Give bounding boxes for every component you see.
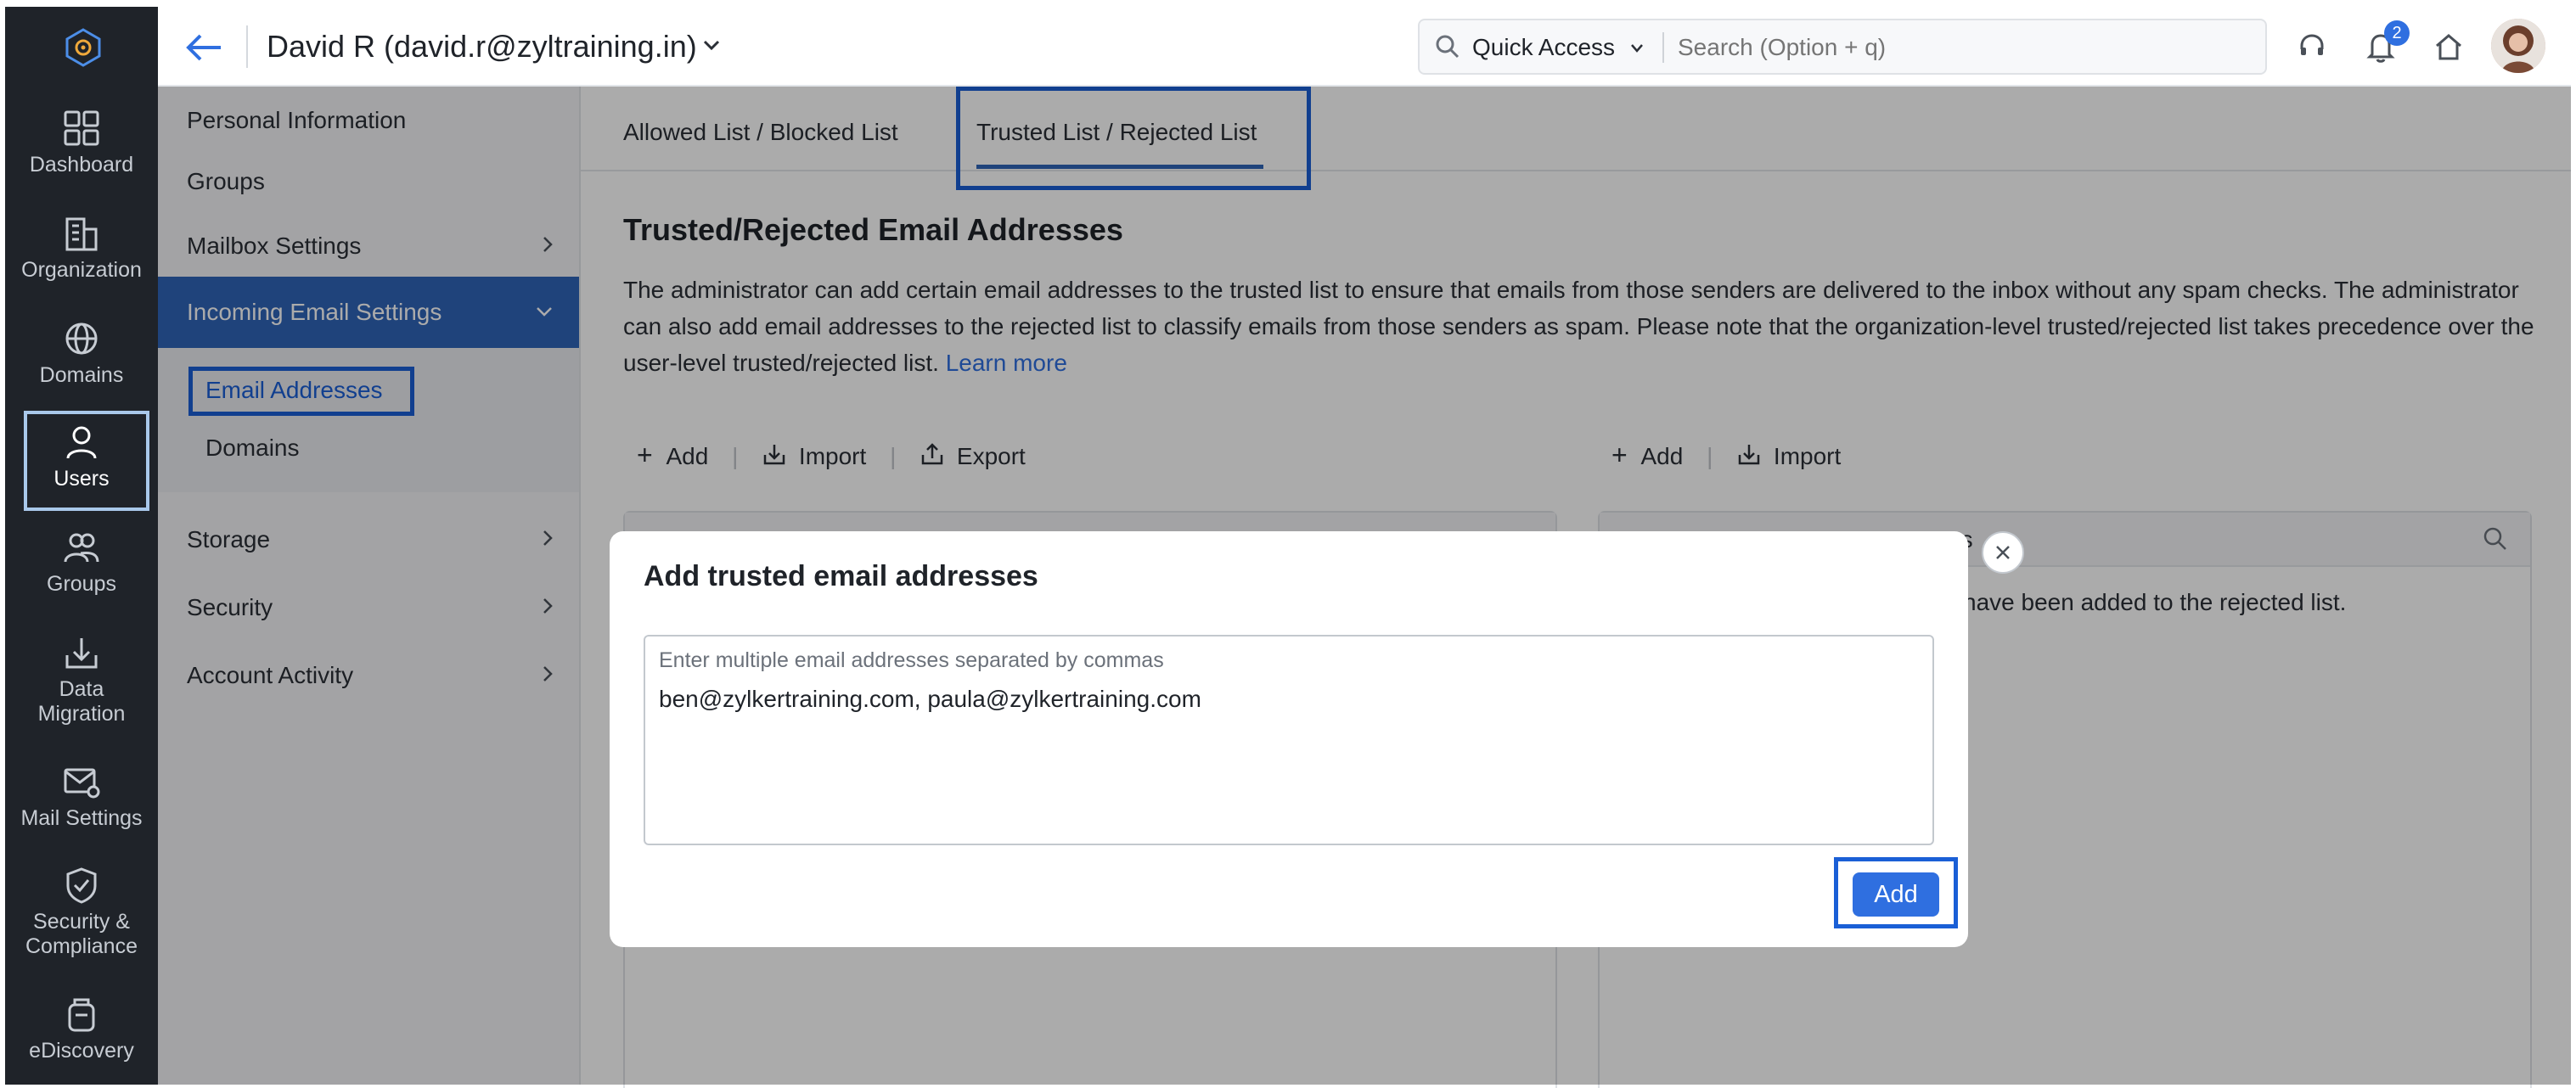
app-window: Dashboard Organization Domains Users Gro… [0, 0, 2576, 1088]
groups-icon [64, 533, 99, 563]
chevron-down-icon[interactable] [1630, 42, 1644, 58]
rail-label: Groups [47, 572, 116, 596]
rail-label: Organization [21, 258, 142, 282]
chevron-down-icon[interactable] [703, 39, 720, 55]
mail-settings-icon [64, 768, 100, 799]
admin-rail: Dashboard Organization Domains Users Gro… [5, 7, 158, 1085]
search-icon [1435, 34, 1460, 64]
dialog-title: Add trusted email addresses [644, 560, 1038, 592]
rail-label: Data Migration [37, 677, 126, 726]
globe-icon [65, 322, 98, 355]
migration-icon [65, 638, 98, 669]
rail-item-mail-settings[interactable]: Mail Settings [5, 762, 158, 831]
rail-item-organization[interactable]: Organization [5, 214, 158, 283]
search-input[interactable] [1678, 29, 2238, 66]
dialog-add-button[interactable]: Add [1853, 872, 1939, 917]
user-title[interactable]: David R (david.r@zyltraining.in) [267, 29, 697, 64]
rail-label: Domains [39, 363, 124, 387]
app-logo [63, 27, 104, 68]
rail-label: Security & Compliance [25, 910, 138, 958]
rail-item-dashboard[interactable]: Dashboard [5, 109, 158, 177]
user-icon [66, 426, 97, 459]
rail-label: eDiscovery [29, 1039, 134, 1063]
home-icon[interactable] [2433, 32, 2464, 65]
rail-label: Users [53, 467, 110, 491]
search-divider [1662, 32, 1664, 63]
rail-label: Mail Settings [20, 806, 143, 830]
rail-item-users[interactable]: Users [5, 423, 158, 491]
header-divider [246, 25, 248, 68]
shield-icon [66, 867, 97, 904]
back-arrow-icon[interactable] [183, 31, 224, 64]
quick-access-dropdown[interactable]: Quick Access [1472, 34, 1615, 61]
search-bar: Quick Access [1418, 19, 2267, 75]
ediscovery-icon [68, 998, 95, 1032]
organization-icon [65, 217, 98, 251]
textarea-value: ben@zylkertraining.com, paula@zylkertrai… [659, 686, 1201, 712]
avatar[interactable] [2491, 19, 2545, 73]
add-trusted-dialog: Add trusted email addresses Enter multip… [610, 531, 1968, 947]
close-icon [1996, 546, 2010, 559]
dashboard-icon [64, 110, 99, 146]
close-button[interactable] [1982, 531, 2024, 574]
support-headset-icon[interactable] [2298, 32, 2326, 65]
rail-item-security-compliance[interactable]: Security & Compliance [5, 866, 158, 959]
rail-item-data-migration[interactable]: Data Migration [5, 633, 158, 726]
top-header: David R (david.r@zyltraining.in) Quick A… [158, 7, 2571, 87]
textarea-placeholder: Enter multiple email addresses separated… [659, 648, 1164, 672]
rail-item-ediscovery[interactable]: eDiscovery [5, 995, 158, 1063]
email-textarea[interactable]: Enter multiple email addresses separated… [644, 635, 1934, 845]
rail-label: Dashboard [29, 153, 134, 177]
rail-item-groups[interactable]: Groups [5, 528, 158, 597]
notification-badge: 2 [2384, 20, 2410, 46]
rail-item-domains[interactable]: Domains [5, 319, 158, 388]
